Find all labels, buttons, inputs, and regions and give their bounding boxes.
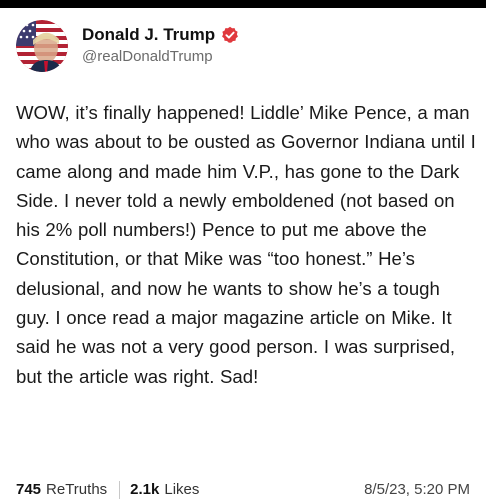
likes-label[interactable]: Likes (164, 480, 199, 500)
author-names: Donald J. Trump @realDonaldTrump (82, 24, 239, 68)
author-handle[interactable]: @realDonaldTrump (82, 46, 239, 68)
name-row: Donald J. Trump (82, 24, 239, 46)
avatar[interactable] (16, 20, 68, 72)
post-text: WOW, it’s finally happened! Liddle’ Mike… (16, 102, 476, 387)
top-status-bar (0, 0, 486, 8)
post-timestamp: 8/5/23, 5:20 PM (364, 481, 470, 498)
stats-divider (119, 481, 121, 499)
retruths-count[interactable]: 745 (16, 480, 41, 500)
flag-portrait-avatar-icon (16, 20, 68, 72)
verified-badge-icon (221, 26, 239, 44)
truth-post: Donald J. Trump @realDonaldTrump WOW, it… (0, 8, 486, 500)
author-display-name[interactable]: Donald J. Trump (82, 24, 215, 46)
retruths-label[interactable]: ReTruths (46, 480, 107, 500)
likes-count[interactable]: 2.1k (130, 480, 159, 500)
post-stats: 745 ReTruths 2.1k Likes (16, 480, 199, 500)
post-header: Donald J. Trump @realDonaldTrump (16, 20, 239, 72)
